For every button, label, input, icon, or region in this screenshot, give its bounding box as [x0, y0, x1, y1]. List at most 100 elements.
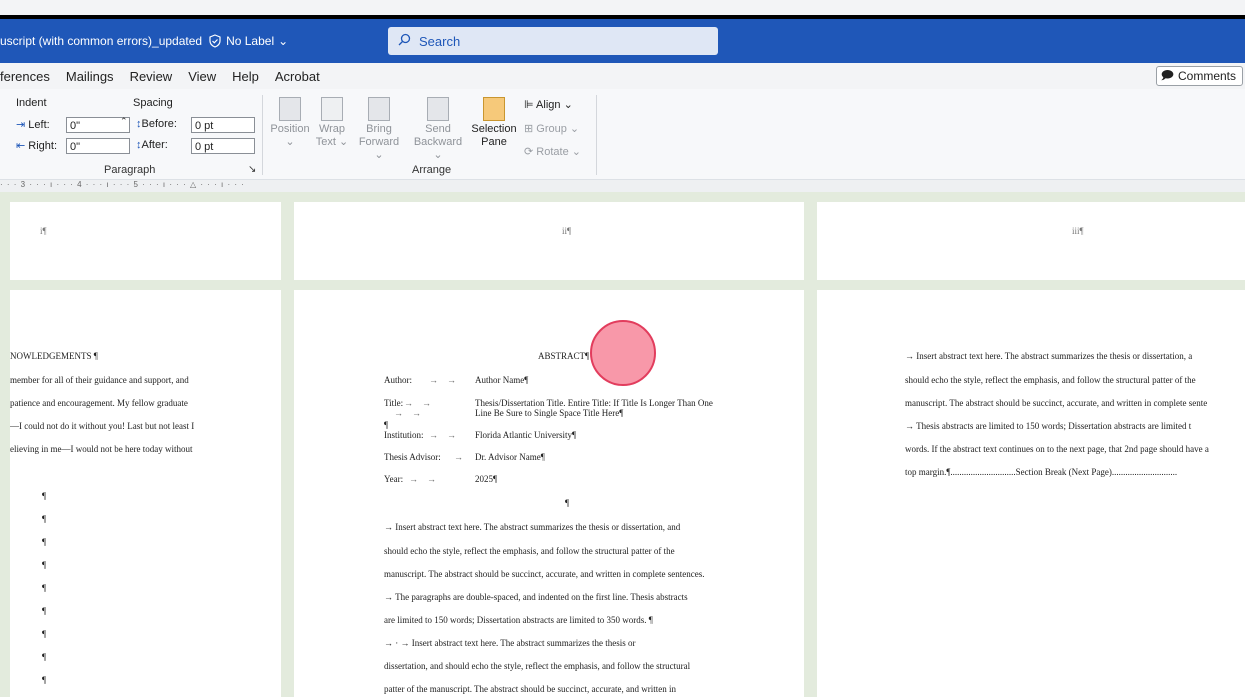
field-label: Year:	[384, 474, 404, 484]
chevron-down-icon: ⌄	[278, 34, 289, 48]
tab-acrobat[interactable]: Acrobat	[275, 69, 320, 84]
horizontal-ruler[interactable]: · · · 3 · · · ı · · · 4 · · · ı · · · 5 …	[0, 180, 1245, 192]
page-ii-bottom[interactable]: ii¶	[294, 202, 804, 280]
rotate-button[interactable]: ⟳ Rotate ⌄	[524, 145, 581, 158]
field-label: Title:	[384, 398, 404, 408]
tab-arrow: → →	[429, 430, 456, 440]
group-icon: ⊞	[524, 123, 534, 135]
empty-pilcrow: ¶	[384, 420, 389, 430]
arrange-group-label: Arrange	[412, 164, 452, 176]
field-value: 2025¶	[475, 474, 498, 484]
field-value: Line Be Sure to Single Space Title Here¶	[475, 408, 624, 418]
body-line: → Thesis abstracts are limited to 150 wo…	[905, 421, 1192, 431]
send-backward-button[interactable]: Send Backward ⌄	[410, 97, 466, 162]
comments-label: Comments	[1177, 69, 1236, 83]
tab-arrow: → →	[394, 408, 421, 418]
document-canvas: i¶ ii¶ iii¶ NOWLEDGEMENTS ¶ member for a…	[0, 192, 1245, 697]
tab-arrow: →	[454, 452, 463, 462]
page-number: iii¶	[1072, 226, 1084, 236]
indent-right-label: ⇤ Right:	[16, 140, 58, 152]
text-line: member for all of their guidance and sup…	[10, 375, 189, 385]
field-label: Thesis Advisor:	[384, 452, 441, 462]
tab-references[interactable]: ferences	[0, 69, 50, 84]
abstract-continued-page[interactable]: → Insert abstract text here. The abstrac…	[817, 290, 1245, 697]
search-icon	[398, 33, 411, 49]
indent-right-icon: ⇤	[16, 140, 26, 152]
field-value: Florida Atlantic University¶	[475, 430, 577, 440]
body-line: are limited to 150 words; Dissertation a…	[384, 615, 653, 625]
pilcrow: ¶	[42, 583, 47, 593]
selection-pane-icon	[483, 97, 505, 121]
spacing-title: Spacing	[133, 97, 173, 109]
field-value: Author Name¶	[475, 375, 529, 385]
indent-left-label: ⇥ Left:	[16, 119, 50, 131]
acknowledgements-page[interactable]: NOWLEDGEMENTS ¶ member for all of their …	[10, 290, 281, 697]
indent-left-icon: ⇥	[16, 119, 26, 131]
pilcrow: ¶	[42, 514, 47, 524]
document-title[interactable]: uscript (with common errors)_updated	[0, 34, 202, 48]
field-label: Author:	[384, 375, 412, 385]
wrap-text-button[interactable]: Wrap Text ⌄	[314, 97, 350, 149]
page-number: i¶	[40, 226, 47, 236]
spacing-before-input[interactable]: 0 pt	[191, 117, 255, 133]
group-button[interactable]: ⊞ Group ⌄	[524, 122, 579, 135]
tab-help[interactable]: Help	[232, 69, 259, 84]
rotate-icon: ⟳	[524, 146, 534, 158]
spacing-after-input[interactable]: 0 pt	[191, 138, 255, 154]
group-divider	[262, 95, 263, 175]
pilcrow: ¶	[42, 560, 47, 570]
bring-forward-button[interactable]: Bring Forward ⌄	[354, 97, 404, 162]
paragraph-launcher-icon[interactable]: ↘	[248, 164, 256, 175]
field-label: Institution:	[384, 430, 424, 440]
body-line: → Insert abstract text here. The abstrac…	[905, 351, 1193, 361]
comments-button[interactable]: 🗩 Comments	[1155, 66, 1243, 86]
group-divider	[596, 95, 597, 175]
body-line: manuscript. The abstract should be succi…	[384, 569, 705, 579]
pilcrow: ¶	[42, 606, 47, 616]
body-line: manuscript. The abstract should be succi…	[905, 398, 1208, 408]
spacing-after-label: ↕After:	[136, 139, 168, 151]
abstract-heading: ABSTRACT¶	[538, 351, 590, 361]
body-line: → The paragraphs are double-spaced, and …	[384, 592, 688, 602]
tab-arrow: → →	[429, 375, 456, 385]
field-value: Dr. Advisor Name¶	[475, 452, 545, 462]
body-line: should echo the style, reflect the empha…	[384, 546, 675, 556]
search-box[interactable]: Search	[388, 27, 718, 55]
page-iii-bottom[interactable]: iii¶	[817, 202, 1245, 280]
text-line: patience and encouragement. My fellow gr…	[10, 398, 188, 408]
pilcrow: ¶	[42, 629, 47, 639]
tab-review[interactable]: Review	[130, 69, 173, 84]
tab-mailings[interactable]: Mailings	[66, 69, 114, 84]
page-heading: NOWLEDGEMENTS ¶	[10, 351, 98, 361]
align-button[interactable]: ⊫ Align ⌄	[524, 98, 573, 111]
body-line: words. If the abstract text continues on…	[905, 444, 1209, 454]
pilcrow: ¶	[42, 675, 47, 685]
page-number: ii¶	[562, 226, 572, 236]
position-button[interactable]: Position ⌄	[268, 97, 312, 149]
top-strip	[0, 0, 1245, 15]
bring-forward-icon	[368, 97, 390, 121]
comment-icon: 🗩	[1160, 67, 1174, 82]
ribbon-tabs: ferences Mailings Review View Help Acrob…	[0, 63, 1245, 89]
indent-right-input[interactable]: 0"	[66, 138, 130, 154]
abstract-page[interactable]: ABSTRACT¶ Author: → → Author Name¶ Title…	[294, 290, 804, 697]
document-title-area: uscript (with common errors)_updated No …	[0, 34, 288, 48]
tab-arrow: → →	[404, 398, 431, 408]
body-line: → · → Insert abstract text here. The abs…	[384, 638, 636, 648]
search-placeholder: Search	[419, 33, 461, 49]
body-line: → Insert abstract text here. The abstrac…	[384, 522, 681, 532]
body-line: dissertation, and should echo the style,…	[384, 661, 691, 671]
section-break: top margin.¶............................…	[905, 467, 1178, 477]
shield-icon	[209, 34, 221, 48]
indent-left-spinner[interactable]: ⌃	[120, 116, 128, 127]
pilcrow: ¶	[565, 498, 570, 508]
pilcrow: ¶	[42, 537, 47, 547]
page-i-bottom[interactable]: i¶	[10, 202, 281, 280]
text-line: —I could not do it without you! Last but…	[10, 421, 195, 431]
ribbon: Indent ⇥ Left: 0" ⌃ ⇤ Right: 0" Spacing …	[0, 89, 1245, 180]
sensitivity-label-button[interactable]: No Label ⌄	[208, 34, 288, 48]
selection-pane-button[interactable]: Selection Pane	[470, 97, 518, 149]
send-backward-icon	[427, 97, 449, 121]
align-icon: ⊫	[524, 99, 534, 111]
tab-view[interactable]: View	[188, 69, 216, 84]
